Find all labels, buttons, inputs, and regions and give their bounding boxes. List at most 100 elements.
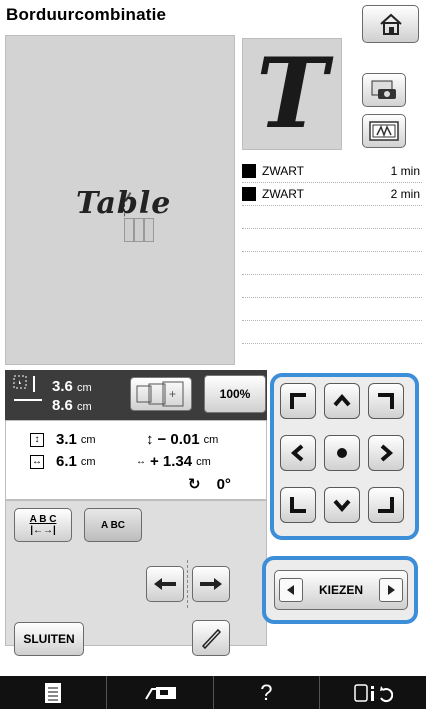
rotate-icon: ↻ xyxy=(188,476,201,493)
move-up-button[interactable] xyxy=(324,383,360,419)
close-button[interactable]: SLUITEN xyxy=(14,622,84,656)
selection-box xyxy=(144,218,154,242)
selection-box xyxy=(124,218,134,242)
horizontal-offset-icon: ↔ xyxy=(136,456,146,467)
help-icon: ? xyxy=(260,679,273,705)
direction-pad xyxy=(270,373,419,540)
settings-icon xyxy=(354,683,394,702)
list-item-empty xyxy=(242,298,422,321)
vertical-offset-icon: ↕ xyxy=(146,431,154,448)
cursor-divider xyxy=(187,560,188,608)
preview-letter: T xyxy=(256,37,328,150)
stitch-button[interactable] xyxy=(362,114,406,148)
color-swatch xyxy=(242,187,256,201)
list-item-empty xyxy=(242,206,422,229)
move-left-button[interactable] xyxy=(280,435,316,471)
thread-time: 2 min xyxy=(390,187,420,201)
horizontal-offset: ↔ + 1.34 cm xyxy=(136,453,211,470)
height-value: 8.6 xyxy=(52,397,73,414)
cursor-left-button[interactable] xyxy=(146,566,184,602)
bottom-toolbar: ? xyxy=(0,676,426,709)
home-button[interactable] xyxy=(362,5,419,43)
spacing-arrow-icon: |←→| xyxy=(30,525,56,536)
move-up-right-button[interactable] xyxy=(368,383,404,419)
cursor-right-button[interactable] xyxy=(192,566,230,602)
abc-label: A B C xyxy=(29,514,57,525)
center-button[interactable] xyxy=(324,435,360,471)
dot-icon xyxy=(337,448,347,458)
chevron-left-icon xyxy=(290,444,304,462)
text-array-button[interactable]: A BC xyxy=(84,508,142,542)
list-item-empty xyxy=(242,321,422,344)
embroidery-text: Table xyxy=(76,186,172,221)
list-item-empty xyxy=(242,275,422,298)
letter-spacing-button[interactable]: A B C |←→| xyxy=(14,508,72,542)
list-item-empty xyxy=(242,229,422,252)
move-up-left-button[interactable] xyxy=(280,383,316,419)
hoop-button[interactable]: + xyxy=(130,377,192,411)
move-down-left-button[interactable] xyxy=(280,487,316,523)
thread-name: ZWART xyxy=(262,187,304,201)
arrow-left-icon xyxy=(154,578,176,590)
arrow-right-icon xyxy=(200,578,222,590)
select-prev-button[interactable] xyxy=(279,578,303,602)
needle-button[interactable] xyxy=(192,620,230,656)
horizontal-offset-value: + 1.34 xyxy=(150,453,193,470)
home-icon xyxy=(379,13,402,35)
up-down-icon: ↕ xyxy=(30,432,44,447)
settings-button[interactable] xyxy=(320,676,426,709)
thread-name: ZWART xyxy=(262,164,304,178)
list-icon xyxy=(44,682,61,703)
color-swatch xyxy=(242,164,256,178)
size-icon xyxy=(12,374,50,410)
list-button[interactable] xyxy=(0,676,107,709)
select-control: KIEZEN xyxy=(262,556,418,624)
width-value: 3.6 xyxy=(52,378,73,395)
select-next-button[interactable] xyxy=(378,578,403,602)
select-label: KIEZEN xyxy=(318,583,363,597)
corner-up-left-icon xyxy=(290,393,306,409)
letter-preview: T xyxy=(242,38,342,150)
vertical-position: ↕ 3.1 cm xyxy=(30,431,96,448)
corner-down-left-icon xyxy=(290,497,306,513)
vertical-offset-value: − 0.01 xyxy=(157,431,200,448)
corner-down-right-icon xyxy=(378,497,394,513)
camera-icon xyxy=(371,80,396,99)
triangle-left-icon xyxy=(287,585,294,595)
vertical-offset: ↕ − 0.01 cm xyxy=(146,431,219,448)
stitch-icon xyxy=(369,121,399,141)
chevron-down-icon xyxy=(333,499,351,513)
height-unit: cm xyxy=(77,401,92,413)
list-item[interactable]: ZWART 1 min xyxy=(242,160,422,183)
rotation: ↻ 0° xyxy=(188,475,231,494)
machine-icon xyxy=(144,686,176,700)
a-bc-label: A BC xyxy=(100,519,126,531)
embroidery-canvas[interactable]: Table xyxy=(5,35,235,365)
list-item-empty xyxy=(242,252,422,275)
list-item[interactable]: ZWART 2 min xyxy=(242,183,422,206)
hoop-icon: + xyxy=(136,381,184,407)
width-unit: cm xyxy=(77,382,92,394)
machine-button[interactable] xyxy=(107,676,214,709)
zoom-label: 100% xyxy=(219,387,251,401)
left-right-icon: ↔ xyxy=(30,454,44,469)
help-button[interactable]: ? xyxy=(214,676,321,709)
close-label: SLUITEN xyxy=(23,632,75,646)
zoom-button[interactable]: 100% xyxy=(204,375,266,413)
vertical-value: 3.1 xyxy=(56,431,77,448)
page-title: Borduurcombinatie xyxy=(6,5,167,24)
triangle-right-icon xyxy=(387,585,395,595)
move-right-button[interactable] xyxy=(368,435,404,471)
horizontal-position: ↔ 6.1 cm xyxy=(30,453,96,470)
position-panel: ↕ 3.1 cm ↔ 6.1 cm ↕ − 0.01 cm ↔ + 1.34 cm ↻ … xyxy=(5,420,267,500)
horizontal-value: 6.1 xyxy=(56,453,77,470)
move-down-right-button[interactable] xyxy=(368,487,404,523)
select-button: KIEZEN xyxy=(274,570,408,610)
move-down-button[interactable] xyxy=(324,487,360,523)
thread-time: 1 min xyxy=(390,164,420,178)
scan-button[interactable] xyxy=(362,73,406,107)
thread-list: ZWART 1 min ZWART 2 min xyxy=(242,160,422,344)
selection-box xyxy=(134,218,144,242)
chevron-up-icon xyxy=(333,393,351,407)
svg-text:+: + xyxy=(169,387,176,401)
